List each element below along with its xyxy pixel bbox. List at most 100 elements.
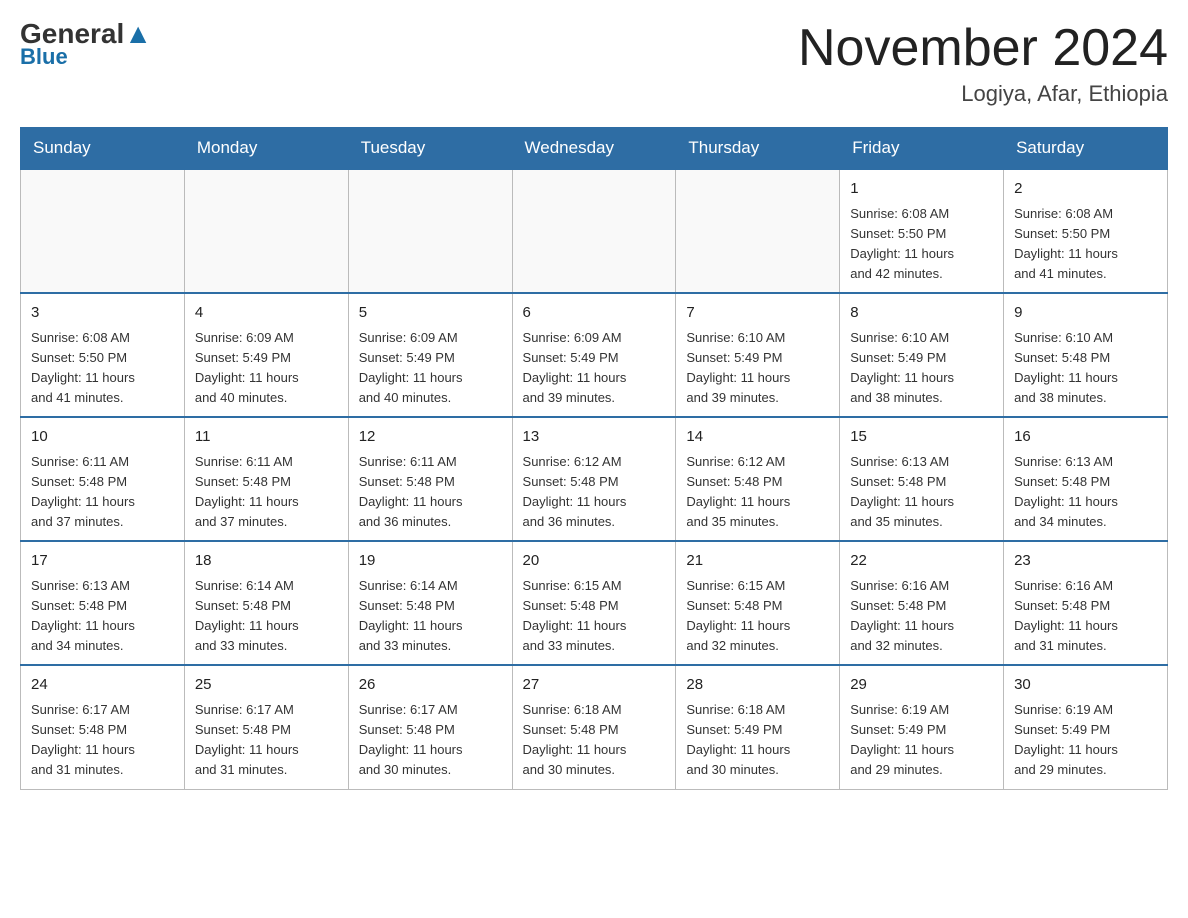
day-number: 4	[195, 302, 338, 325]
calendar-cell: 6 Sunrise: 6:09 AM Sunset: 5:49 PM Daylig…	[512, 293, 676, 417]
day-number: 23	[1014, 550, 1157, 573]
logo: General▲ Blue	[20, 20, 152, 70]
day-number: 24	[31, 674, 174, 697]
week-row-1: 1Sunrise: 6:08 AM Sunset: 5:50 PM Daylig…	[21, 169, 1168, 293]
day-number: 9	[1014, 302, 1157, 325]
weekday-header-tuesday: Tuesday	[348, 128, 512, 170]
calendar-cell	[512, 169, 676, 293]
day-number: 8	[850, 302, 993, 325]
calendar-cell	[21, 169, 185, 293]
calendar-cell: 19Sunrise: 6:14 AM Sunset: 5:48 PM Dayli…	[348, 541, 512, 665]
day-number: 27	[523, 674, 666, 697]
day-number: 10	[31, 426, 174, 449]
day-info: Sunrise: 6:16 AM Sunset: 5:48 PM Dayligh…	[1014, 576, 1157, 657]
day-number: 19	[359, 550, 502, 573]
calendar-cell	[348, 169, 512, 293]
day-number: 21	[686, 550, 829, 573]
day-info: Sunrise: 6:12 AM Sunset: 5:48 PM Dayligh…	[523, 452, 666, 533]
day-number: 22	[850, 550, 993, 573]
day-number: 7	[686, 302, 829, 325]
day-info: Sunrise: 6:17 AM Sunset: 5:48 PM Dayligh…	[31, 700, 174, 781]
calendar-cell	[676, 169, 840, 293]
day-info: Sunrise: 6:09 AM Sunset: 5:49 PM Dayligh…	[523, 328, 666, 409]
day-info: Sunrise: 6:14 AM Sunset: 5:48 PM Dayligh…	[195, 576, 338, 657]
day-number: 30	[1014, 674, 1157, 697]
weekday-header-thursday: Thursday	[676, 128, 840, 170]
calendar-cell: 11Sunrise: 6:11 AM Sunset: 5:48 PM Dayli…	[184, 417, 348, 541]
day-info: Sunrise: 6:10 AM Sunset: 5:49 PM Dayligh…	[850, 328, 993, 409]
day-number: 2	[1014, 178, 1157, 201]
day-info: Sunrise: 6:08 AM Sunset: 5:50 PM Dayligh…	[31, 328, 174, 409]
week-row-2: 3 Sunrise: 6:08 AM Sunset: 5:50 PM Daylig…	[21, 293, 1168, 417]
calendar-cell: 8 Sunrise: 6:10 AM Sunset: 5:49 PM Daylig…	[840, 293, 1004, 417]
logo-triangle-icon: ▲	[124, 18, 152, 49]
calendar-cell: 17Sunrise: 6:13 AM Sunset: 5:48 PM Dayli…	[21, 541, 185, 665]
calendar-cell: 30 Sunrise: 6:19 AM Sunset: 5:49 PM Dayli…	[1004, 665, 1168, 789]
day-number: 28	[686, 674, 829, 697]
month-title: November 2024	[798, 20, 1168, 77]
day-info: Sunrise: 6:16 AM Sunset: 5:48 PM Dayligh…	[850, 576, 993, 657]
day-number: 26	[359, 674, 502, 697]
calendar-cell: 10 Sunrise: 6:11 AM Sunset: 5:48 PM Dayli…	[21, 417, 185, 541]
day-info: Sunrise: 6:10 AM Sunset: 5:48 PM Dayligh…	[1014, 328, 1157, 409]
calendar-cell: 15 Sunrise: 6:13 AM Sunset: 5:48 PM Dayli…	[840, 417, 1004, 541]
calendar-cell	[184, 169, 348, 293]
day-info: Sunrise: 6:09 AM Sunset: 5:49 PM Dayligh…	[359, 328, 502, 409]
day-info: Sunrise: 6:15 AM Sunset: 5:48 PM Dayligh…	[686, 576, 829, 657]
day-number: 14	[686, 426, 829, 449]
day-number: 6	[523, 302, 666, 325]
day-number: 18	[195, 550, 338, 573]
weekday-header-friday: Friday	[840, 128, 1004, 170]
day-info: Sunrise: 6:19 AM Sunset: 5:49 PM Dayligh…	[1014, 700, 1157, 781]
day-info: Sunrise: 6:17 AM Sunset: 5:48 PM Dayligh…	[195, 700, 338, 781]
day-number: 16	[1014, 426, 1157, 449]
calendar-cell: 21 Sunrise: 6:15 AM Sunset: 5:48 PM Dayli…	[676, 541, 840, 665]
day-info: Sunrise: 6:13 AM Sunset: 5:48 PM Dayligh…	[850, 452, 993, 533]
calendar-cell: 18 Sunrise: 6:14 AM Sunset: 5:48 PM Dayli…	[184, 541, 348, 665]
calendar-cell: 28Sunrise: 6:18 AM Sunset: 5:49 PM Dayli…	[676, 665, 840, 789]
calendar-cell: 29Sunrise: 6:19 AM Sunset: 5:49 PM Dayli…	[840, 665, 1004, 789]
day-number: 15	[850, 426, 993, 449]
day-info: Sunrise: 6:11 AM Sunset: 5:48 PM Dayligh…	[359, 452, 502, 533]
location: Logiya, Afar, Ethiopia	[798, 81, 1168, 107]
day-info: Sunrise: 6:17 AM Sunset: 5:48 PM Dayligh…	[359, 700, 502, 781]
weekday-header-monday: Monday	[184, 128, 348, 170]
day-info: Sunrise: 6:09 AM Sunset: 5:49 PM Dayligh…	[195, 328, 338, 409]
week-row-5: 24 Sunrise: 6:17 AM Sunset: 5:48 PM Dayli…	[21, 665, 1168, 789]
calendar-table: SundayMondayTuesdayWednesdayThursdayFrid…	[20, 127, 1168, 789]
day-info: Sunrise: 6:08 AM Sunset: 5:50 PM Dayligh…	[850, 204, 993, 285]
calendar-cell: 26 Sunrise: 6:17 AM Sunset: 5:48 PM Dayli…	[348, 665, 512, 789]
day-number: 13	[523, 426, 666, 449]
calendar-cell: 5 Sunrise: 6:09 AM Sunset: 5:49 PM Daylig…	[348, 293, 512, 417]
day-number: 25	[195, 674, 338, 697]
logo-blue: Blue	[20, 44, 68, 70]
day-info: Sunrise: 6:13 AM Sunset: 5:48 PM Dayligh…	[1014, 452, 1157, 533]
day-info: Sunrise: 6:11 AM Sunset: 5:48 PM Dayligh…	[195, 452, 338, 533]
day-info: Sunrise: 6:11 AM Sunset: 5:48 PM Dayligh…	[31, 452, 174, 533]
day-info: Sunrise: 6:08 AM Sunset: 5:50 PM Dayligh…	[1014, 204, 1157, 285]
weekday-header-saturday: Saturday	[1004, 128, 1168, 170]
week-row-3: 10 Sunrise: 6:11 AM Sunset: 5:48 PM Dayli…	[21, 417, 1168, 541]
day-number: 17	[31, 550, 174, 573]
calendar-cell: 20Sunrise: 6:15 AM Sunset: 5:48 PM Dayli…	[512, 541, 676, 665]
calendar-cell: 13 Sunrise: 6:12 AM Sunset: 5:48 PM Dayli…	[512, 417, 676, 541]
page-header: General▲ Blue November 2024 Logiya, Afar…	[20, 20, 1168, 107]
day-info: Sunrise: 6:10 AM Sunset: 5:49 PM Dayligh…	[686, 328, 829, 409]
calendar-cell: 27 Sunrise: 6:18 AM Sunset: 5:48 PM Dayli…	[512, 665, 676, 789]
day-number: 5	[359, 302, 502, 325]
day-number: 20	[523, 550, 666, 573]
calendar-cell: 22 Sunrise: 6:16 AM Sunset: 5:48 PM Dayli…	[840, 541, 1004, 665]
calendar-cell: 1Sunrise: 6:08 AM Sunset: 5:50 PM Daylig…	[840, 169, 1004, 293]
day-number: 29	[850, 674, 993, 697]
calendar-cell: 12 Sunrise: 6:11 AM Sunset: 5:48 PM Dayli…	[348, 417, 512, 541]
weekday-header-wednesday: Wednesday	[512, 128, 676, 170]
calendar-cell: 14Sunrise: 6:12 AM Sunset: 5:48 PM Dayli…	[676, 417, 840, 541]
calendar-cell: 24 Sunrise: 6:17 AM Sunset: 5:48 PM Dayli…	[21, 665, 185, 789]
calendar-cell: 16 Sunrise: 6:13 AM Sunset: 5:48 PM Dayli…	[1004, 417, 1168, 541]
day-info: Sunrise: 6:18 AM Sunset: 5:48 PM Dayligh…	[523, 700, 666, 781]
calendar-cell: 2 Sunrise: 6:08 AM Sunset: 5:50 PM Daylig…	[1004, 169, 1168, 293]
day-number: 3	[31, 302, 174, 325]
calendar-cell: 7 Sunrise: 6:10 AM Sunset: 5:49 PM Daylig…	[676, 293, 840, 417]
calendar-cell: 3 Sunrise: 6:08 AM Sunset: 5:50 PM Daylig…	[21, 293, 185, 417]
day-number: 12	[359, 426, 502, 449]
